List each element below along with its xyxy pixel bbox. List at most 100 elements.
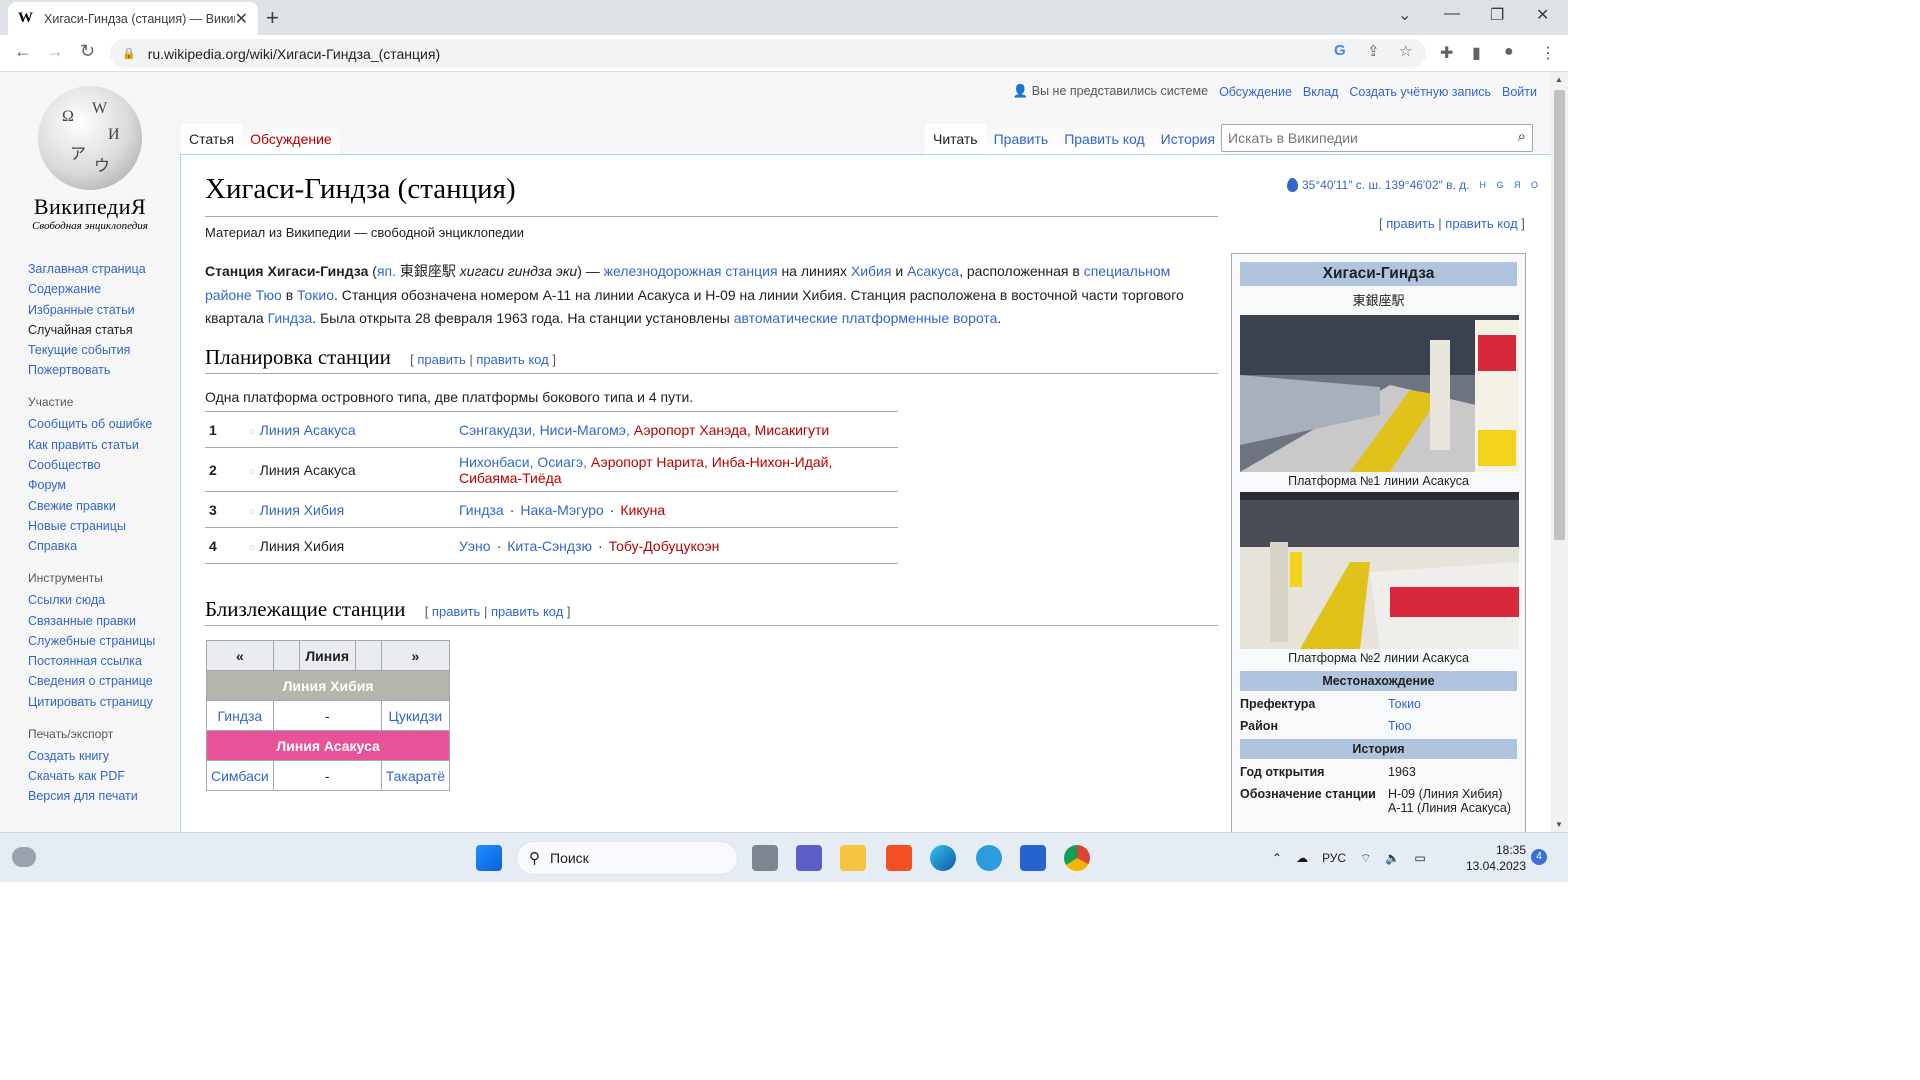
todo-icon[interactable] bbox=[1020, 845, 1046, 871]
page-scrollbar[interactable]: ▲ ▼ bbox=[1551, 72, 1568, 832]
tab-search-icon[interactable]: ⌄ bbox=[1398, 5, 1411, 25]
edit-link[interactable]: править bbox=[1386, 216, 1434, 231]
sidebar-item-main-5[interactable]: Пожертвовать bbox=[28, 363, 178, 377]
destination-link[interactable]: Уэно bbox=[459, 538, 491, 554]
hibiya-next-station[interactable]: Цукидзи bbox=[380, 700, 451, 731]
japanese-lang-link[interactable]: яп. bbox=[377, 263, 396, 279]
tokyo-link[interactable]: Токио bbox=[297, 287, 334, 303]
onedrive-icon[interactable]: ☁ bbox=[1296, 851, 1308, 865]
teams-chat-icon[interactable] bbox=[796, 845, 822, 871]
scroll-thumb[interactable] bbox=[1554, 90, 1565, 540]
asakusa-link[interactable]: Асакуса bbox=[907, 263, 959, 279]
platform-photo-2[interactable] bbox=[1240, 492, 1519, 649]
chrome-menu-icon[interactable]: ⋮ bbox=[1540, 43, 1556, 63]
address-bar[interactable]: 🔒 ru.wikipedia.org/wiki/Хигаси-Гиндза_(с… bbox=[110, 39, 1426, 68]
task-view-icon[interactable] bbox=[752, 845, 778, 871]
battery-icon[interactable]: ▭ bbox=[1414, 851, 1425, 865]
platform-gates-link[interactable]: автоматические платформенные ворота bbox=[734, 310, 998, 326]
station-link[interactable]: Симбаси bbox=[211, 768, 269, 784]
sidebar-item-main-4[interactable]: Текущие события bbox=[28, 343, 178, 357]
start-icon[interactable] bbox=[476, 845, 502, 871]
minimize-icon[interactable]: — bbox=[1444, 5, 1460, 23]
create-account-link[interactable]: Создать учётную запись bbox=[1349, 85, 1491, 99]
login-link[interactable]: Войти bbox=[1502, 85, 1537, 99]
tab-edit-source[interactable]: Править код bbox=[1056, 124, 1153, 155]
language-indicator[interactable]: РУС bbox=[1322, 851, 1346, 865]
sidebar-item-participation-6[interactable]: Справка bbox=[28, 539, 178, 553]
sidebar-item-participation-5[interactable]: Новые страницы bbox=[28, 519, 178, 533]
section-edit-link[interactable]: править bbox=[432, 604, 480, 619]
sidebar-item-tools-2[interactable]: Служебные страницы bbox=[28, 634, 178, 648]
extensions-icon[interactable]: ✚ bbox=[1440, 43, 1453, 63]
clock[interactable]: 18:35 13.04.2023 bbox=[1464, 842, 1526, 874]
destination-link[interactable]: Кита-Сэндзю bbox=[507, 538, 592, 554]
destination-link[interactable]: Нака-Мэгуро bbox=[520, 502, 603, 518]
section-edit-source-link[interactable]: править код bbox=[476, 352, 548, 367]
coordinates-map-links[interactable]: H G Я O bbox=[1479, 180, 1542, 190]
sidebar-item-tools-4[interactable]: Сведения о странице bbox=[28, 674, 178, 688]
weather-widget-icon[interactable] bbox=[12, 847, 36, 867]
destination-link[interactable]: Кикуна bbox=[620, 502, 665, 518]
tab-talk[interactable]: Обсуждение bbox=[242, 124, 340, 155]
sidebar-item-main-2[interactable]: Избранные статьи bbox=[28, 303, 178, 317]
scroll-up-icon[interactable]: ▲ bbox=[1555, 75, 1563, 84]
wikipedia-logo[interactable]: Ω W И ア ウ ВикипедиЯ Свободная энциклопед… bbox=[20, 86, 160, 232]
bookmark-star-icon[interactable]: ☆ bbox=[1399, 42, 1412, 60]
sidebar-item-print-2[interactable]: Версия для печати bbox=[28, 789, 178, 803]
browser-tab[interactable]: W Хигаси-Гиндза (станция) — Википедия ✕ bbox=[8, 2, 258, 35]
side-panel-icon[interactable]: ▮ bbox=[1472, 43, 1481, 63]
sidebar-item-participation-2[interactable]: Сообщество bbox=[28, 458, 178, 472]
personal-talk-link[interactable]: Обсуждение bbox=[1219, 85, 1292, 99]
sidebar-item-tools-1[interactable]: Связанные правки bbox=[28, 614, 178, 628]
reload-icon[interactable]: ↻ bbox=[80, 41, 95, 62]
forward-icon[interactable]: → bbox=[46, 41, 64, 62]
destination-link[interactable]: Тобу-Добуцукоэн bbox=[609, 538, 720, 554]
tab-read[interactable]: Читать bbox=[925, 124, 986, 155]
scroll-down-icon[interactable]: ▼ bbox=[1555, 820, 1563, 829]
close-window-icon[interactable]: ✕ bbox=[1536, 5, 1549, 25]
microsoft-store-icon[interactable] bbox=[886, 845, 912, 871]
new-tab-icon[interactable]: + bbox=[266, 5, 279, 31]
coordinates[interactable]: 35°40′11″ с. ш. 139°46′02″ в. д. H G Я O bbox=[1287, 178, 1542, 192]
tab-history[interactable]: История bbox=[1152, 124, 1223, 155]
line-name[interactable]: Линия Хибия bbox=[260, 502, 345, 518]
sidebar-item-tools-3[interactable]: Постоянная ссылка bbox=[28, 654, 178, 668]
station-link[interactable]: Цукидзи bbox=[389, 708, 443, 724]
sidebar-item-print-1[interactable]: Скачать как PDF bbox=[28, 769, 178, 783]
search-icon[interactable]: ⌕ bbox=[1518, 128, 1526, 145]
taskbar-search[interactable]: ⚲ Поиск bbox=[516, 841, 738, 875]
back-icon[interactable]: ← bbox=[14, 41, 32, 62]
line-name[interactable]: Линия Асакуса bbox=[260, 422, 356, 438]
lock-icon[interactable]: 🔒 bbox=[122, 47, 136, 60]
asakusa-next-station[interactable]: Такаратё bbox=[380, 760, 451, 791]
sidebar-item-print-0[interactable]: Создать книгу bbox=[28, 749, 178, 763]
chuo-link[interactable]: Тюо bbox=[256, 287, 282, 303]
wifi-icon[interactable]: ⌔ bbox=[1360, 851, 1371, 866]
sidebar-item-main-3[interactable]: Случайная статья bbox=[28, 323, 178, 337]
sidebar-item-tools-5[interactable]: Цитировать страницу bbox=[28, 695, 178, 709]
show-hidden-icons-icon[interactable]: ⌃ bbox=[1272, 851, 1282, 865]
personal-contrib-link[interactable]: Вклад bbox=[1303, 85, 1339, 99]
hibiya-prev-station[interactable]: Гиндза bbox=[206, 700, 274, 731]
maximize-icon[interactable]: ❐ bbox=[1490, 5, 1504, 25]
station-link[interactable]: Гиндза bbox=[217, 708, 262, 724]
share-icon[interactable]: ⇪ bbox=[1367, 42, 1380, 60]
section-edit-source-link[interactable]: править код bbox=[491, 604, 563, 619]
close-tab-icon[interactable]: ✕ bbox=[235, 9, 248, 29]
station-link[interactable]: Такаратё bbox=[386, 768, 445, 784]
destination-link[interactable]: Гиндза bbox=[459, 502, 504, 518]
sidebar-item-tools-0[interactable]: Ссылки сюда bbox=[28, 593, 178, 607]
district-link[interactable]: Тюо bbox=[1388, 719, 1411, 733]
asakusa-prev-station[interactable]: Симбаси bbox=[206, 760, 274, 791]
notification-badge[interactable]: 4 bbox=[1531, 849, 1547, 865]
rail-station-link[interactable]: железнодорожная станция bbox=[604, 263, 778, 279]
volume-icon[interactable]: 🔈 bbox=[1385, 851, 1400, 865]
prefecture-link[interactable]: Токио bbox=[1388, 697, 1421, 711]
destination-link[interactable]: Аэропорт Ханэда, Мисакигути bbox=[634, 422, 830, 438]
tab-edit[interactable]: Править bbox=[985, 124, 1057, 155]
google-lens-icon[interactable]: G bbox=[1334, 42, 1346, 59]
section-edit-link[interactable]: править bbox=[417, 352, 465, 367]
sidebar-item-main-0[interactable]: Заглавная страница bbox=[28, 262, 178, 276]
sidebar-item-participation-1[interactable]: Как править статьи bbox=[28, 438, 178, 452]
edge-icon[interactable] bbox=[930, 845, 956, 871]
